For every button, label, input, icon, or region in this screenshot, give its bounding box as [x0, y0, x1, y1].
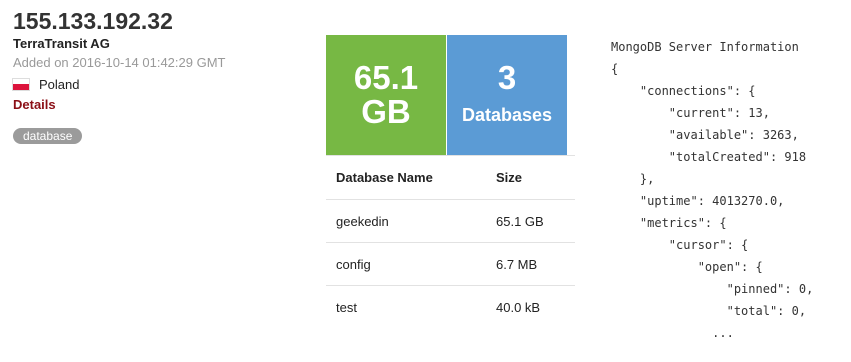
server-info-line: "metrics": {: [611, 216, 727, 230]
total-size-tile: 65.1 GB: [326, 35, 446, 155]
table-row: test 40.0 kB: [326, 285, 575, 328]
host-ip: 155.133.192.32: [13, 8, 173, 34]
organization-name: TerraTransit AG: [13, 36, 110, 51]
database-count-value: 3: [497, 59, 517, 96]
details-link[interactable]: Details: [13, 97, 303, 113]
column-header-name: Database Name: [326, 155, 496, 200]
database-size: 6.7 MB: [496, 242, 575, 286]
server-info-line: "available": 3263,: [611, 128, 799, 142]
database-name: test: [326, 285, 496, 328]
server-info-line: {: [611, 62, 619, 76]
database-name: geekedin: [326, 199, 496, 243]
tag-database[interactable]: database: [13, 128, 83, 144]
server-info-line: "totalCreated": 918: [611, 150, 807, 164]
table-row: config 6.7 MB: [326, 242, 575, 286]
server-info-line: },: [611, 172, 655, 186]
server-info-line: "total": 0,: [611, 304, 807, 318]
table-row: geekedin 65.1 GB: [326, 199, 575, 243]
server-info-line: "connections": {: [611, 84, 756, 98]
database-name: config: [326, 242, 496, 286]
server-info-panel: MongoDB Server Information { "connection…: [611, 36, 846, 354]
total-size-unit: GB: [361, 93, 411, 130]
added-timestamp: Added on 2016-10-14 01:42:29 GMT: [13, 55, 226, 70]
database-size: 40.0 kB: [496, 285, 575, 328]
country-name: Poland: [39, 76, 80, 92]
server-info-line: "pinned": 0,: [611, 282, 814, 296]
server-info-line: "uptime": 4013270.0,: [611, 194, 785, 208]
poland-flag-icon: [13, 78, 29, 90]
total-size-value: 65.1: [353, 59, 419, 96]
country-row: Poland: [13, 76, 303, 92]
column-header-size: Size: [496, 155, 575, 200]
database-size: 65.1 GB: [496, 199, 575, 243]
host-summary: 155.133.192.32 TerraTransit AG Added on …: [13, 8, 303, 145]
server-info-line: "current": 13,: [611, 106, 770, 120]
server-info-line: ...: [611, 326, 734, 340]
stats-tiles: 65.1 GB 3 Databases: [326, 35, 567, 155]
server-info-line: "open": {: [611, 260, 763, 274]
database-count-tile: 3 Databases: [447, 35, 567, 155]
database-table: Database Name Size geekedin 65.1 GB conf…: [326, 155, 575, 328]
server-info-line: MongoDB Server Information: [611, 40, 799, 54]
database-count-label: Databases: [461, 105, 553, 125]
host-page: 155.133.192.32 TerraTransit AG Added on …: [0, 0, 851, 362]
table-header-row: Database Name Size: [326, 155, 575, 200]
server-info-line: "cursor": {: [611, 238, 749, 252]
